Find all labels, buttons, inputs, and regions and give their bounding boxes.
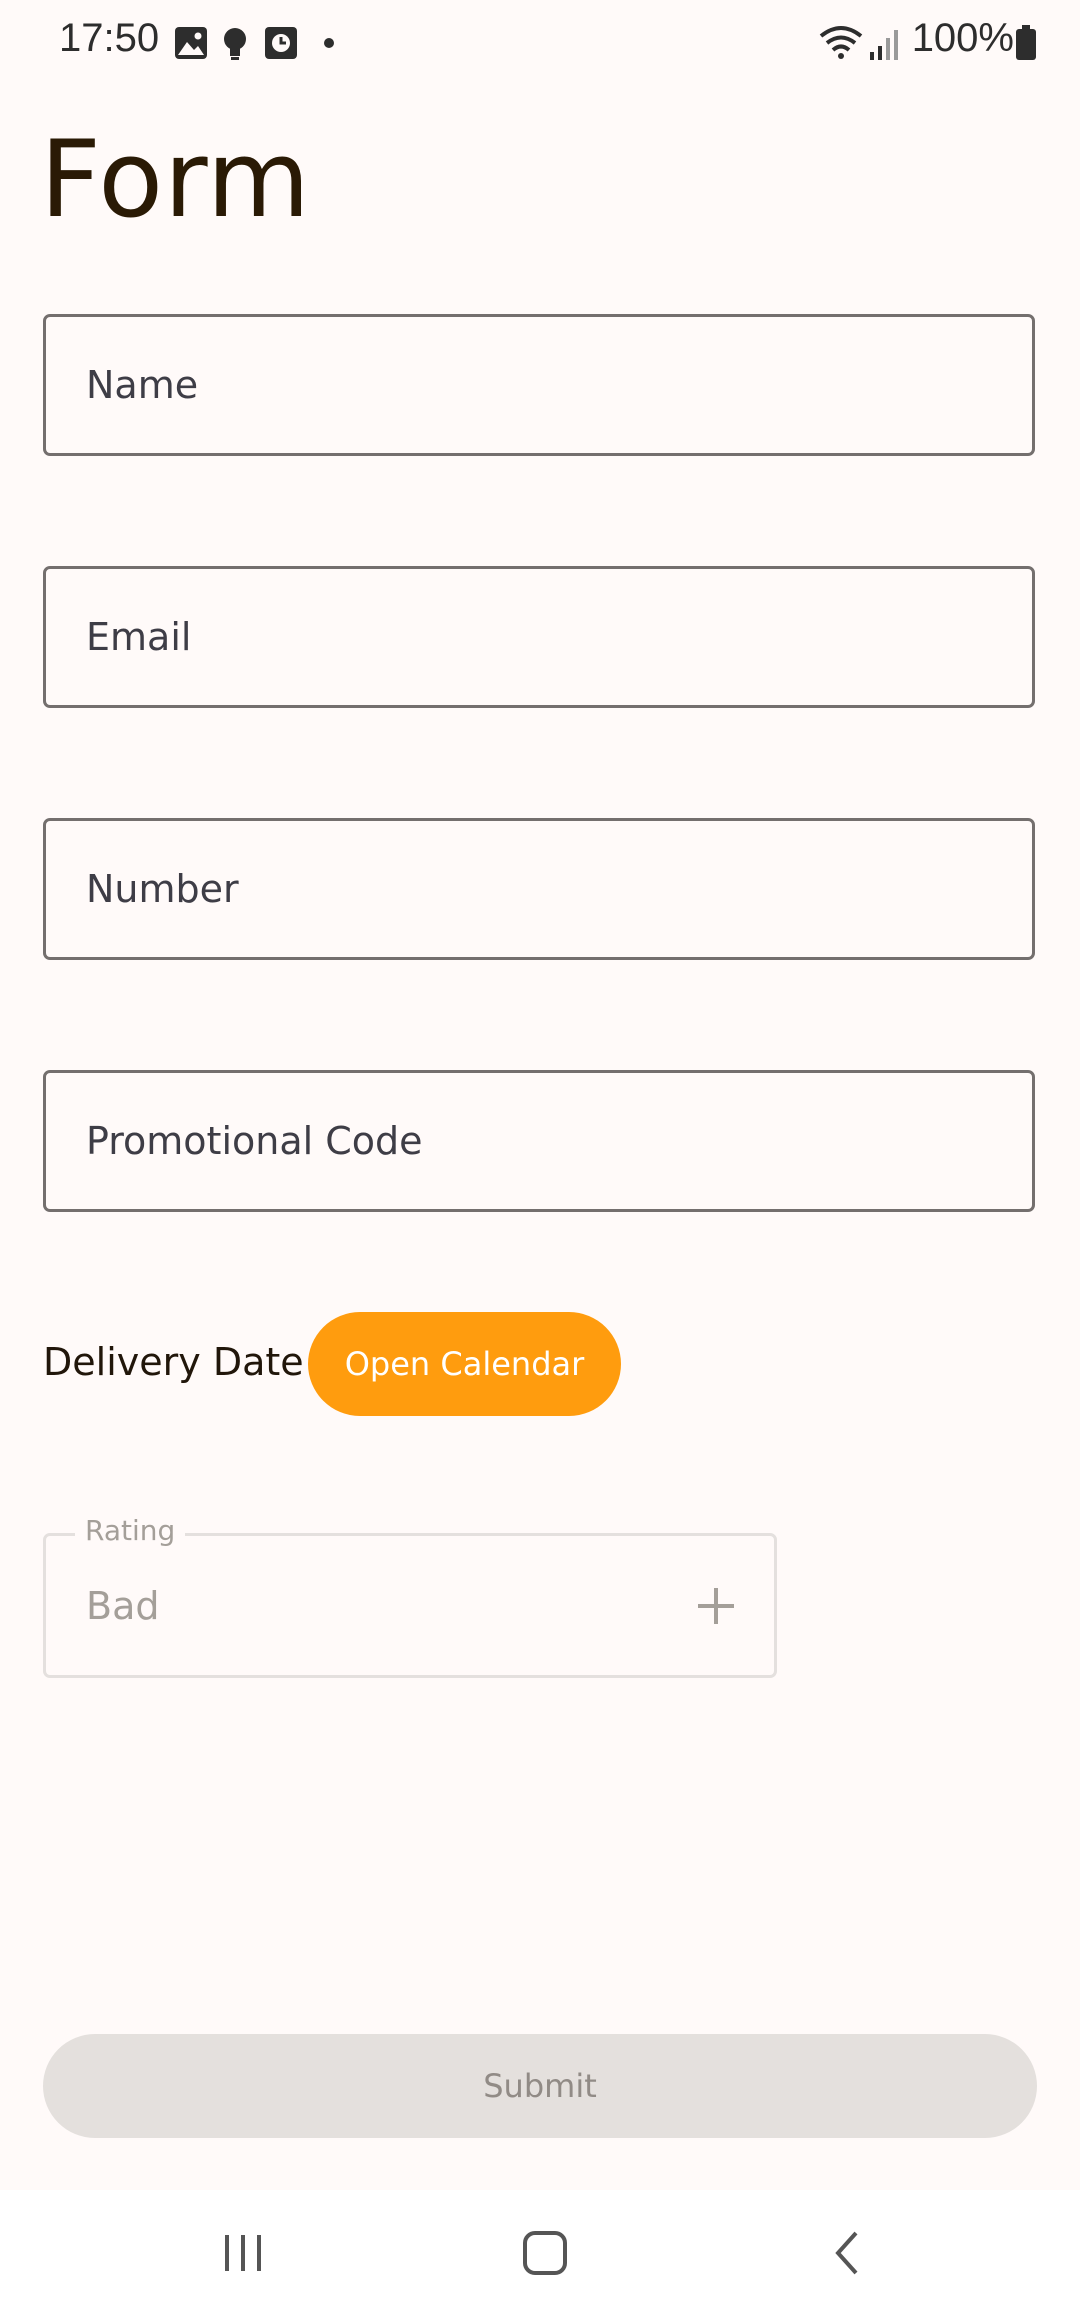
number-field[interactable]: Number [43, 818, 1035, 960]
battery-icon [1014, 24, 1038, 62]
dot-icon [310, 24, 348, 62]
plus-icon[interactable] [694, 1584, 738, 1628]
clock-app-icon [262, 24, 300, 62]
signal-icon [868, 24, 902, 62]
form-screen: 17:50 100% Form Name Email Number Promot… [0, 0, 1080, 2316]
delivery-date-label: Delivery Date [43, 1340, 304, 1384]
name-field[interactable]: Name [43, 314, 1035, 456]
battery-percent: 100% [911, 16, 1014, 60]
number-field-label: Number [86, 867, 239, 911]
email-field-label: Email [86, 615, 192, 659]
page-title: Form [40, 118, 312, 241]
rating-dropdown[interactable]: Bad [43, 1533, 777, 1678]
status-time: 17:50 [59, 16, 160, 60]
wifi-icon [818, 24, 864, 62]
status-bar: 17:50 100% [0, 0, 1080, 86]
home-icon[interactable] [515, 2223, 575, 2283]
recents-icon[interactable] [213, 2223, 273, 2283]
name-field-label: Name [86, 363, 199, 407]
rating-legend: Rating [75, 1514, 186, 1547]
promo-code-field[interactable]: Promotional Code [43, 1070, 1035, 1212]
navigation-bar [0, 2190, 1080, 2316]
bulb-icon [216, 24, 254, 62]
submit-button[interactable]: Submit [43, 2034, 1037, 2138]
open-calendar-button[interactable]: Open Calendar [308, 1312, 621, 1416]
back-icon[interactable] [818, 2223, 878, 2283]
rating-value: Bad [86, 1583, 160, 1628]
email-field[interactable]: Email [43, 566, 1035, 708]
promo-code-field-label: Promotional Code [86, 1119, 423, 1163]
gallery-icon [172, 24, 210, 62]
